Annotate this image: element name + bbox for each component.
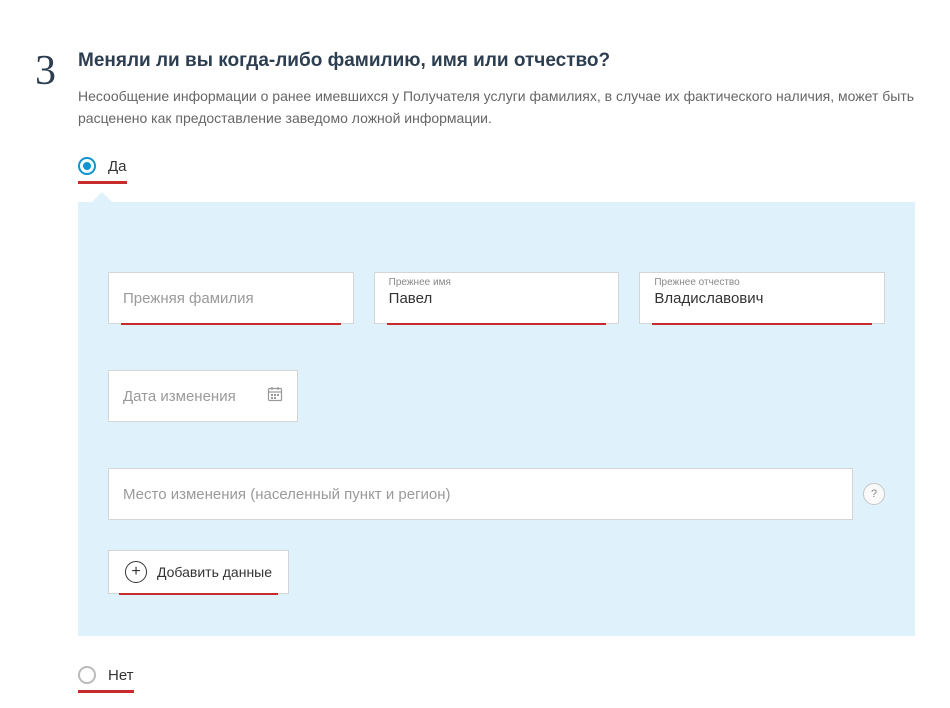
change-place-field[interactable]: Место изменения (населенный пункт и реги… (108, 468, 853, 520)
previous-patronymic-value: Владиславович (654, 290, 763, 307)
previous-patronymic-label: Прежнее отчество (654, 277, 739, 288)
previous-surname-placeholder: Прежняя фамилия (123, 290, 254, 307)
question-subtext: Несообщение информации о ранее имевшихся… (78, 86, 915, 129)
help-icon[interactable]: ? (863, 483, 885, 505)
expanded-panel: Прежняя фамилия Прежнее имя Павел Прежне… (78, 202, 915, 636)
radio-no-label: Нет (108, 667, 134, 684)
add-data-label: Добавить данные (157, 564, 272, 580)
previous-patronymic-field[interactable]: Прежнее отчество Владиславович (639, 272, 885, 324)
plus-icon: + (125, 561, 147, 583)
calendar-icon[interactable] (267, 386, 283, 407)
previous-name-value: Павел (389, 290, 433, 307)
add-data-button[interactable]: + Добавить данные (108, 550, 289, 594)
previous-name-label: Прежнее имя (389, 277, 451, 288)
change-date-placeholder: Дата изменения (123, 388, 236, 405)
radio-yes-circle[interactable] (78, 157, 96, 175)
radio-yes-label: Да (108, 158, 127, 175)
previous-name-field[interactable]: Прежнее имя Павел (374, 272, 620, 324)
radio-no-circle[interactable] (78, 666, 96, 684)
radio-yes-dot (83, 162, 91, 170)
radio-option-yes[interactable]: Да (78, 157, 127, 184)
question-heading: Меняли ли вы когда-либо фамилию, имя или… (78, 50, 915, 72)
previous-surname-field[interactable]: Прежняя фамилия (108, 272, 354, 324)
change-date-field[interactable]: Дата изменения (108, 370, 298, 422)
change-place-placeholder: Место изменения (населенный пункт и реги… (123, 486, 451, 503)
radio-option-no[interactable]: Нет (78, 666, 134, 693)
step-number: 3 (35, 50, 56, 92)
